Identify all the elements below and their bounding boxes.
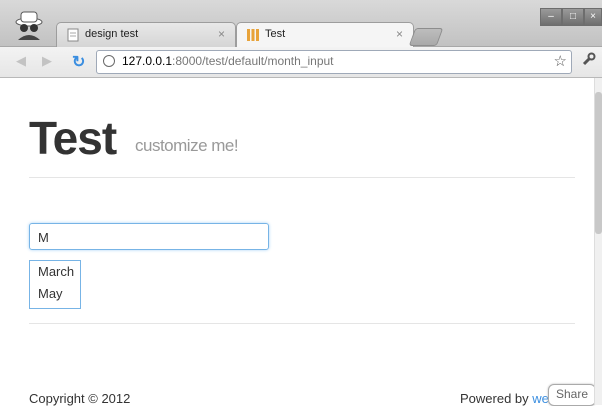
maximize-button[interactable]: □ <box>562 8 584 26</box>
minimize-button[interactable]: – <box>540 8 562 26</box>
autocomplete-list: March May <box>29 260 81 309</box>
browser-toolbar: ◀ ▶ ↻ 127.0.0.1:8000/test/default/month_… <box>0 47 602 78</box>
month-input[interactable]: M <box>29 223 269 250</box>
footer-copyright: Copyright © 2012 <box>29 391 131 406</box>
back-icon[interactable]: ◀ <box>16 53 26 69</box>
page-title: Test <box>29 112 117 164</box>
browser-window: design test × Test × – □ × ◀ ▶ ↻ 127.0.0… <box>0 0 602 406</box>
tab-label: Test <box>265 28 286 40</box>
close-window-button[interactable]: × <box>584 8 602 26</box>
url-path: :8000/test/default/month_input <box>172 54 334 68</box>
url-text[interactable]: 127.0.0.1:8000/test/default/month_input <box>122 54 334 68</box>
document-icon <box>67 28 79 42</box>
autocomplete-item[interactable]: March <box>30 261 80 283</box>
star-icon[interactable]: ☆ <box>554 52 567 70</box>
page-content: Test customize me! M March May Copyright… <box>8 78 596 406</box>
divider <box>29 323 575 324</box>
tab-test[interactable]: Test × <box>236 22 414 47</box>
divider <box>29 177 575 178</box>
web2py-favicon-icon <box>247 29 259 41</box>
incognito-icon <box>15 11 43 40</box>
tab-design-test[interactable]: design test × <box>56 22 236 47</box>
new-tab-button[interactable] <box>408 28 444 46</box>
powered-prefix: Powered by <box>460 391 533 406</box>
reload-icon[interactable]: ↻ <box>72 52 85 72</box>
autocomplete-item[interactable]: May <box>30 283 80 305</box>
share-button[interactable]: Share <box>548 384 596 406</box>
address-bar[interactable]: 127.0.0.1:8000/test/default/month_input … <box>96 50 572 74</box>
scrollbar-thumb[interactable] <box>595 92 602 234</box>
globe-icon <box>103 55 115 67</box>
scrollbar[interactable] <box>594 78 602 405</box>
wrench-icon[interactable] <box>582 52 596 66</box>
close-icon[interactable]: × <box>396 27 403 41</box>
forward-icon[interactable]: ▶ <box>42 53 52 69</box>
title-bar: design test × Test × – □ × <box>0 0 602 47</box>
url-host: 127.0.0.1 <box>122 54 173 68</box>
close-icon[interactable]: × <box>218 27 225 41</box>
tab-label: design test <box>85 28 139 40</box>
page-subtitle: customize me! <box>135 136 239 155</box>
